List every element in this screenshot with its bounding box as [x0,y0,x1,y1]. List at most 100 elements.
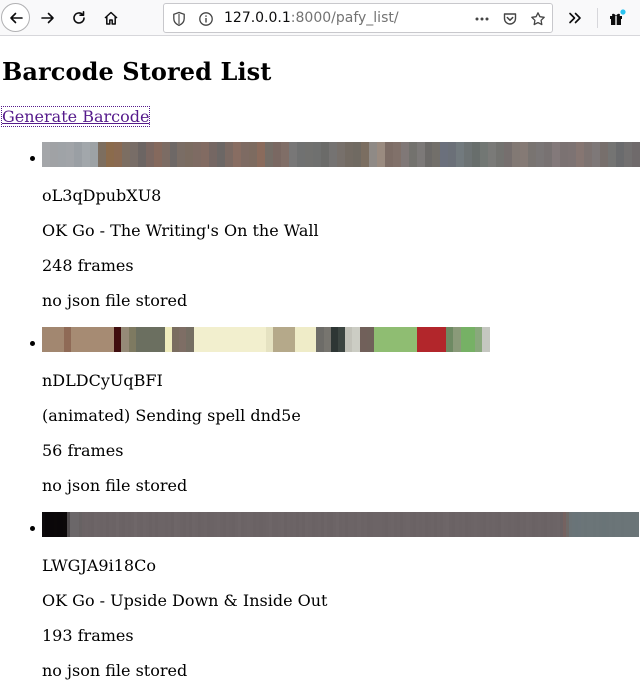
home-button[interactable] [97,4,125,32]
barcode-segment [416,142,425,167]
barcode-strip [42,512,640,537]
back-button[interactable] [1,3,30,32]
pocket-icon[interactable] [502,11,518,27]
barcode-segment [615,142,624,167]
barcode-segment [496,142,505,167]
barcode-segment [395,327,403,352]
barcode-segment [164,327,172,352]
barcode-segment [56,327,64,352]
barcode-segment [567,142,576,167]
url-host: 127.0.0.1 [224,10,291,26]
forward-button[interactable] [34,4,62,32]
url-bar[interactable]: 127.0.0.1:8000/pafy_list/ [163,3,553,33]
barcode-segment [408,142,417,167]
barcode-segment [241,142,250,167]
barcode-segment [258,327,266,352]
barcode-segment [157,327,165,352]
barcode-segment [374,327,382,352]
barcode-segment [209,142,218,167]
barcode-segment [599,142,608,167]
barcode-segment [85,327,93,352]
barcode-segment [488,142,497,167]
barcode-segment [78,327,86,352]
barcode-segment [384,142,393,167]
barcode-segment [440,142,449,167]
barcode-segment [453,327,461,352]
barcode-segment [320,142,329,167]
barcode-segment [344,142,353,167]
barcode-segment [121,142,130,167]
info-icon[interactable] [198,11,214,27]
barcode-segment [559,142,568,167]
barcode-segment [280,327,288,352]
barcode-segment [244,327,252,352]
barcode-segment [70,327,79,352]
more-actions-icon[interactable] [474,11,490,27]
overflow-menu-button[interactable] [561,4,589,32]
barcode-segment [99,327,107,352]
barcode-segment [42,327,50,352]
barcode-segment [345,327,353,352]
browser-toolbar: 127.0.0.1:8000/pafy_list/ [0,0,640,36]
video-id: nDLDCyUqBFI [42,371,163,390]
toolbar-separator [597,8,598,28]
barcode-segment [366,327,375,352]
generate-barcode-link[interactable]: Generate Barcode [0,106,151,127]
barcode-segment [217,142,226,167]
barcode-segment [129,142,138,167]
barcode-segment [200,327,209,352]
barcode-segment [575,142,584,167]
barcode-segment [312,142,321,167]
barcode-segment [81,142,90,167]
barcode-segment [105,142,114,167]
frame-count: 248 frames [42,256,134,275]
barcode-segment [251,327,259,352]
extensions-button[interactable] [603,4,631,32]
barcode-segment [352,142,361,167]
barcode-segment [400,142,409,167]
barcode-segment [73,142,82,167]
barcode-segment [301,327,310,352]
barcode-segment [42,142,50,167]
barcode-segment [410,327,418,352]
barcode-segment [467,327,476,352]
barcode-segment [475,327,483,352]
reload-button[interactable] [65,4,93,32]
video-title: OK Go - The Writing's On the Wall [42,221,319,240]
barcode-segment [336,142,345,167]
barcode-segment [368,142,377,167]
url-text[interactable]: 127.0.0.1:8000/pafy_list/ [224,10,399,26]
video-id: oL3qDpubXU8 [42,186,162,205]
shield-icon[interactable] [171,11,187,27]
barcode-segment [97,142,106,167]
barcode-segment [193,327,201,352]
barcode-segment [89,142,98,167]
barcode-segment [222,327,230,352]
barcode-segment [114,327,122,352]
json-status: no json file stored [42,661,188,680]
barcode-segment [150,327,158,352]
frame-count: 56 frames [42,441,124,460]
barcode-segment [249,142,258,167]
barcode-segment [512,142,521,167]
star-icon[interactable] [530,11,546,27]
bullet-icon [30,341,35,346]
barcode-segment [359,327,367,352]
barcode-segment [417,327,425,352]
barcode-segment [337,327,346,352]
barcode-segment [424,142,433,167]
barcode-segment [544,142,552,167]
barcode-segment [49,142,58,167]
barcode-segment [171,327,180,352]
barcode-segment [456,142,465,167]
chevron-double-right-icon [569,12,581,24]
barcode-segment [185,142,194,167]
barcode-segment [265,327,273,352]
barcode-segment [388,327,396,352]
barcode-segment [179,327,187,352]
arrow-right-icon [41,12,54,24]
barcode-segment [113,142,122,167]
barcode-segment [57,142,66,167]
frame-count: 193 frames [42,626,134,645]
barcode-segment [63,327,71,352]
